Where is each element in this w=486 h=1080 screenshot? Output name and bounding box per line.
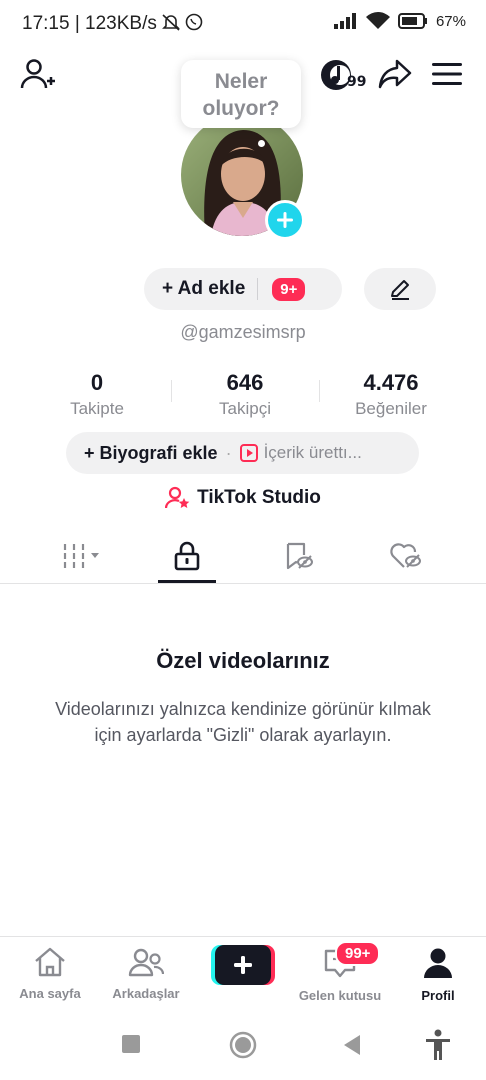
heart-hidden-icon: [390, 543, 421, 568]
notification-badge: 9+: [272, 277, 306, 301]
create-plus-icon: [211, 945, 275, 985]
add-friend-icon[interactable]: [20, 58, 56, 92]
tab-saved[interactable]: [268, 538, 328, 574]
status-right: 67%: [333, 12, 466, 30]
bubble-line-1: Neler: [214, 70, 268, 93]
accessibility-icon[interactable]: [424, 1029, 452, 1061]
bio-separator: ·: [225, 442, 232, 463]
add-bio-label: + Biyografi ekle: [84, 442, 218, 463]
nav-home-label: Ana sayfa: [19, 986, 81, 1001]
status-time: 17:15 | 123KB/s: [22, 12, 206, 35]
create-button[interactable]: [211, 945, 275, 985]
friends-icon: [128, 948, 165, 977]
bubble-line-2: oluyor?: [202, 97, 280, 120]
bottom-navigation: Ana sayfa Arkadaşlar Gelen kutusu 99+ Pr…: [0, 936, 486, 1010]
lock-icon: [174, 541, 200, 571]
stat-value: 4.476: [363, 370, 419, 395]
empty-state-title: Özel videolarınız: [156, 648, 330, 673]
stat-label: Takipte: [70, 399, 124, 418]
nav-inbox-label: Gelen kutusu: [298, 988, 382, 1003]
tab-liked[interactable]: [376, 538, 436, 574]
nav-home[interactable]: Ana sayfa: [10, 947, 90, 1001]
stat-following[interactable]: 0 Takipte: [27, 370, 167, 419]
nav-profile-label: Profil: [421, 988, 455, 1003]
status-time-text: 17:15 | 123KB/s: [22, 13, 157, 34]
active-tab-indicator: [158, 580, 216, 583]
home-icon: [35, 947, 65, 977]
empty-state-description: Videolarınızı yalnızca kendinize görünür…: [55, 699, 431, 745]
stat-followers[interactable]: 646 Takipçi: [175, 370, 315, 419]
back-icon[interactable]: [342, 1034, 362, 1056]
recent-apps-icon[interactable]: [122, 1035, 140, 1053]
edit-profile-button[interactable]: [364, 268, 436, 310]
bubble-tail: [258, 140, 265, 147]
nav-friends[interactable]: Arkadaşlar: [104, 947, 188, 1001]
stat-likes[interactable]: 4.476 Beğeniler: [321, 370, 461, 419]
creator-play-icon: [239, 444, 258, 462]
status-bubble[interactable]: Neler oluyor?: [181, 60, 301, 128]
nav-profile[interactable]: Profil: [410, 947, 466, 1003]
bookmark-hidden-icon: [286, 542, 313, 570]
add-name-button[interactable]: + Ad ekle 9+: [144, 268, 342, 310]
grid-icon: [63, 544, 99, 568]
creator-label: İçerik ürettı...: [263, 443, 362, 462]
coin-badge: 99: [347, 74, 367, 90]
tab-private[interactable]: [157, 538, 217, 574]
stat-value: 646: [226, 370, 264, 395]
menu-icon[interactable]: [432, 62, 462, 86]
home-button-icon[interactable]: [229, 1031, 257, 1059]
battery-percent: 67%: [435, 12, 466, 30]
stat-divider: [171, 380, 172, 402]
system-navigation: [0, 1010, 486, 1080]
share-icon[interactable]: [378, 58, 412, 90]
stat-value: 0: [90, 370, 104, 395]
username: @gamzesimsrp: [180, 322, 306, 342]
add-bio-button[interactable]: + Biyografi ekle · İçerik ürettı...: [66, 432, 419, 474]
divider: [257, 278, 259, 300]
stat-label: Takipçi: [219, 399, 271, 418]
nav-friends-label: Arkadaşlar: [112, 986, 180, 1001]
profile-icon: [424, 948, 452, 978]
wifi-icon: [365, 12, 390, 29]
studio-label: TikTok Studio: [197, 487, 321, 508]
tab-videos[interactable]: [53, 538, 113, 574]
status-bar: 17:15 | 123KB/s 67%: [0, 0, 486, 48]
tiktok-studio-link[interactable]: TikTok Studio: [0, 486, 486, 510]
add-photo-button[interactable]: [265, 200, 305, 240]
notification-icons: [162, 13, 203, 31]
inbox-badge: 99+: [335, 941, 381, 966]
signal-icon: [333, 13, 356, 29]
plus-icon: [277, 212, 293, 228]
pencil-icon: [391, 280, 409, 300]
stat-label: Beğeniler: [355, 399, 427, 418]
coin-button[interactable]: 99: [320, 58, 368, 92]
add-name-label: + Ad ekle: [162, 278, 246, 299]
stat-divider: [319, 380, 320, 402]
studio-icon: [165, 486, 190, 509]
battery-icon: [397, 13, 427, 29]
content-tabs: [0, 528, 486, 584]
